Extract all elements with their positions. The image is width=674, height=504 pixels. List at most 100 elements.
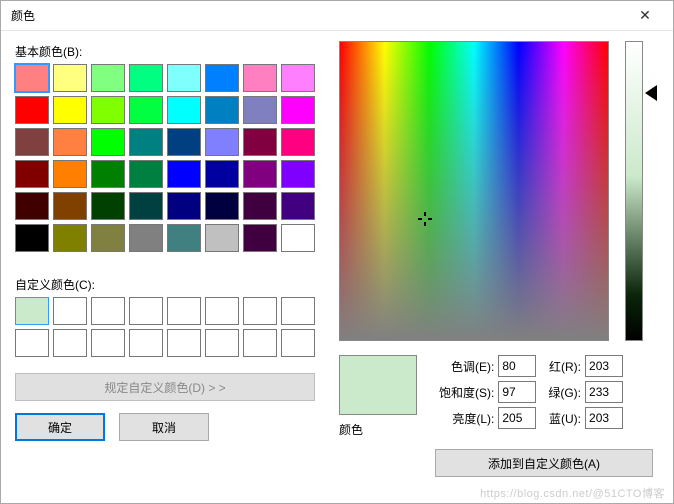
- basic-swatch[interactable]: [15, 160, 49, 188]
- basic-colors-label: 基本颜色(B):: [15, 43, 321, 60]
- basic-swatch[interactable]: [281, 160, 315, 188]
- close-icon: ✕: [639, 7, 651, 24]
- basic-swatch[interactable]: [205, 64, 239, 92]
- watermark-text: https://blog.csdn.net/@51CTO博客: [480, 485, 665, 501]
- crosshair-icon: [418, 212, 432, 226]
- basic-swatch[interactable]: [53, 192, 87, 220]
- blue-label: 蓝(U):: [548, 410, 585, 427]
- basic-swatch[interactable]: [129, 96, 163, 124]
- hue-label: 色调(E):: [439, 358, 498, 375]
- custom-colors-grid: [15, 297, 321, 357]
- titlebar: 颜色 ✕: [1, 1, 673, 31]
- custom-swatch[interactable]: [281, 329, 315, 357]
- basic-swatch[interactable]: [129, 192, 163, 220]
- basic-swatch[interactable]: [53, 160, 87, 188]
- custom-swatch[interactable]: [205, 297, 239, 325]
- basic-swatch[interactable]: [243, 96, 277, 124]
- basic-swatch[interactable]: [91, 128, 125, 156]
- basic-swatch[interactable]: [281, 64, 315, 92]
- preview-row: [339, 355, 423, 415]
- custom-swatch[interactable]: [53, 329, 87, 357]
- window-title: 颜色: [11, 7, 35, 24]
- basic-swatch[interactable]: [129, 128, 163, 156]
- basic-swatch[interactable]: [167, 160, 201, 188]
- basic-swatch[interactable]: [91, 192, 125, 220]
- basic-swatch[interactable]: [53, 128, 87, 156]
- basic-swatch[interactable]: [91, 64, 125, 92]
- basic-swatch[interactable]: [205, 224, 239, 252]
- green-label: 绿(G):: [548, 384, 585, 401]
- basic-swatch[interactable]: [129, 64, 163, 92]
- basic-swatch[interactable]: [243, 64, 277, 92]
- custom-colors-label: 自定义颜色(C):: [15, 276, 321, 293]
- custom-swatch[interactable]: [281, 297, 315, 325]
- sat-input[interactable]: [498, 381, 536, 403]
- basic-swatch[interactable]: [53, 96, 87, 124]
- basic-swatch[interactable]: [243, 160, 277, 188]
- hue-sat-field[interactable]: [339, 41, 609, 341]
- custom-swatch[interactable]: [15, 329, 49, 357]
- hue-input[interactable]: [498, 355, 536, 377]
- dialog-body: 基本颜色(B): 自定义颜色(C): 规定自定义颜色(D) > > 确定 取消 …: [1, 31, 673, 453]
- basic-swatch[interactable]: [53, 224, 87, 252]
- basic-swatch[interactable]: [205, 96, 239, 124]
- basic-swatch[interactable]: [281, 224, 315, 252]
- lum-input[interactable]: [498, 407, 536, 429]
- basic-swatch[interactable]: [243, 192, 277, 220]
- custom-swatch[interactable]: [53, 297, 87, 325]
- custom-swatch[interactable]: [205, 329, 239, 357]
- custom-swatch[interactable]: [129, 329, 163, 357]
- basic-swatch[interactable]: [243, 224, 277, 252]
- basic-swatch[interactable]: [15, 96, 49, 124]
- basic-swatch[interactable]: [167, 128, 201, 156]
- luminance-arrow-icon[interactable]: [645, 85, 657, 101]
- basic-swatch[interactable]: [15, 224, 49, 252]
- basic-swatch[interactable]: [281, 96, 315, 124]
- add-to-custom-button[interactable]: 添加到自定义颜色(A): [435, 449, 653, 477]
- basic-swatch[interactable]: [91, 160, 125, 188]
- preview-label: 颜色: [339, 421, 363, 438]
- custom-swatch[interactable]: [91, 329, 125, 357]
- basic-swatch[interactable]: [205, 128, 239, 156]
- dialog-buttons: 确定 取消: [15, 413, 321, 441]
- left-panel: 基本颜色(B): 自定义颜色(C): 规定自定义颜色(D) > > 确定 取消: [15, 41, 321, 441]
- ok-button[interactable]: 确定: [15, 413, 105, 441]
- sat-label: 饱和度(S):: [439, 384, 498, 401]
- custom-swatch[interactable]: [15, 297, 49, 325]
- basic-swatch[interactable]: [129, 224, 163, 252]
- basic-swatch[interactable]: [15, 64, 49, 92]
- basic-swatch[interactable]: [205, 192, 239, 220]
- basic-swatch[interactable]: [167, 64, 201, 92]
- custom-swatch[interactable]: [91, 297, 125, 325]
- red-label: 红(R):: [548, 358, 585, 375]
- basic-swatch[interactable]: [15, 128, 49, 156]
- basic-swatch[interactable]: [129, 160, 163, 188]
- basic-swatch[interactable]: [91, 96, 125, 124]
- color-preview: [339, 355, 417, 415]
- cancel-button[interactable]: 取消: [119, 413, 209, 441]
- red-input[interactable]: [585, 355, 623, 377]
- right-panel: 颜色 色调(E): 红(R): 饱和度(S): 绿(G): 亮度(L): 蓝(U…: [339, 41, 661, 441]
- basic-swatch[interactable]: [53, 64, 87, 92]
- basic-swatch[interactable]: [167, 96, 201, 124]
- basic-swatch[interactable]: [243, 128, 277, 156]
- basic-swatch[interactable]: [91, 224, 125, 252]
- basic-swatch[interactable]: [281, 192, 315, 220]
- custom-swatch[interactable]: [243, 329, 277, 357]
- basic-swatch[interactable]: [281, 128, 315, 156]
- basic-swatch[interactable]: [167, 224, 201, 252]
- green-input[interactable]: [585, 381, 623, 403]
- lum-label: 亮度(L):: [439, 410, 498, 427]
- custom-swatch[interactable]: [129, 297, 163, 325]
- blue-input[interactable]: [585, 407, 623, 429]
- custom-swatch[interactable]: [167, 297, 201, 325]
- basic-swatch[interactable]: [205, 160, 239, 188]
- custom-swatch[interactable]: [243, 297, 277, 325]
- basic-swatch[interactable]: [167, 192, 201, 220]
- basic-swatch[interactable]: [15, 192, 49, 220]
- close-button[interactable]: ✕: [625, 2, 665, 30]
- value-inputs: 色调(E): 红(R): 饱和度(S): 绿(G): 亮度(L): 蓝(U):: [439, 355, 623, 429]
- luminance-bar[interactable]: [625, 41, 643, 341]
- custom-swatch[interactable]: [167, 329, 201, 357]
- define-custom-button: 规定自定义颜色(D) > >: [15, 373, 315, 401]
